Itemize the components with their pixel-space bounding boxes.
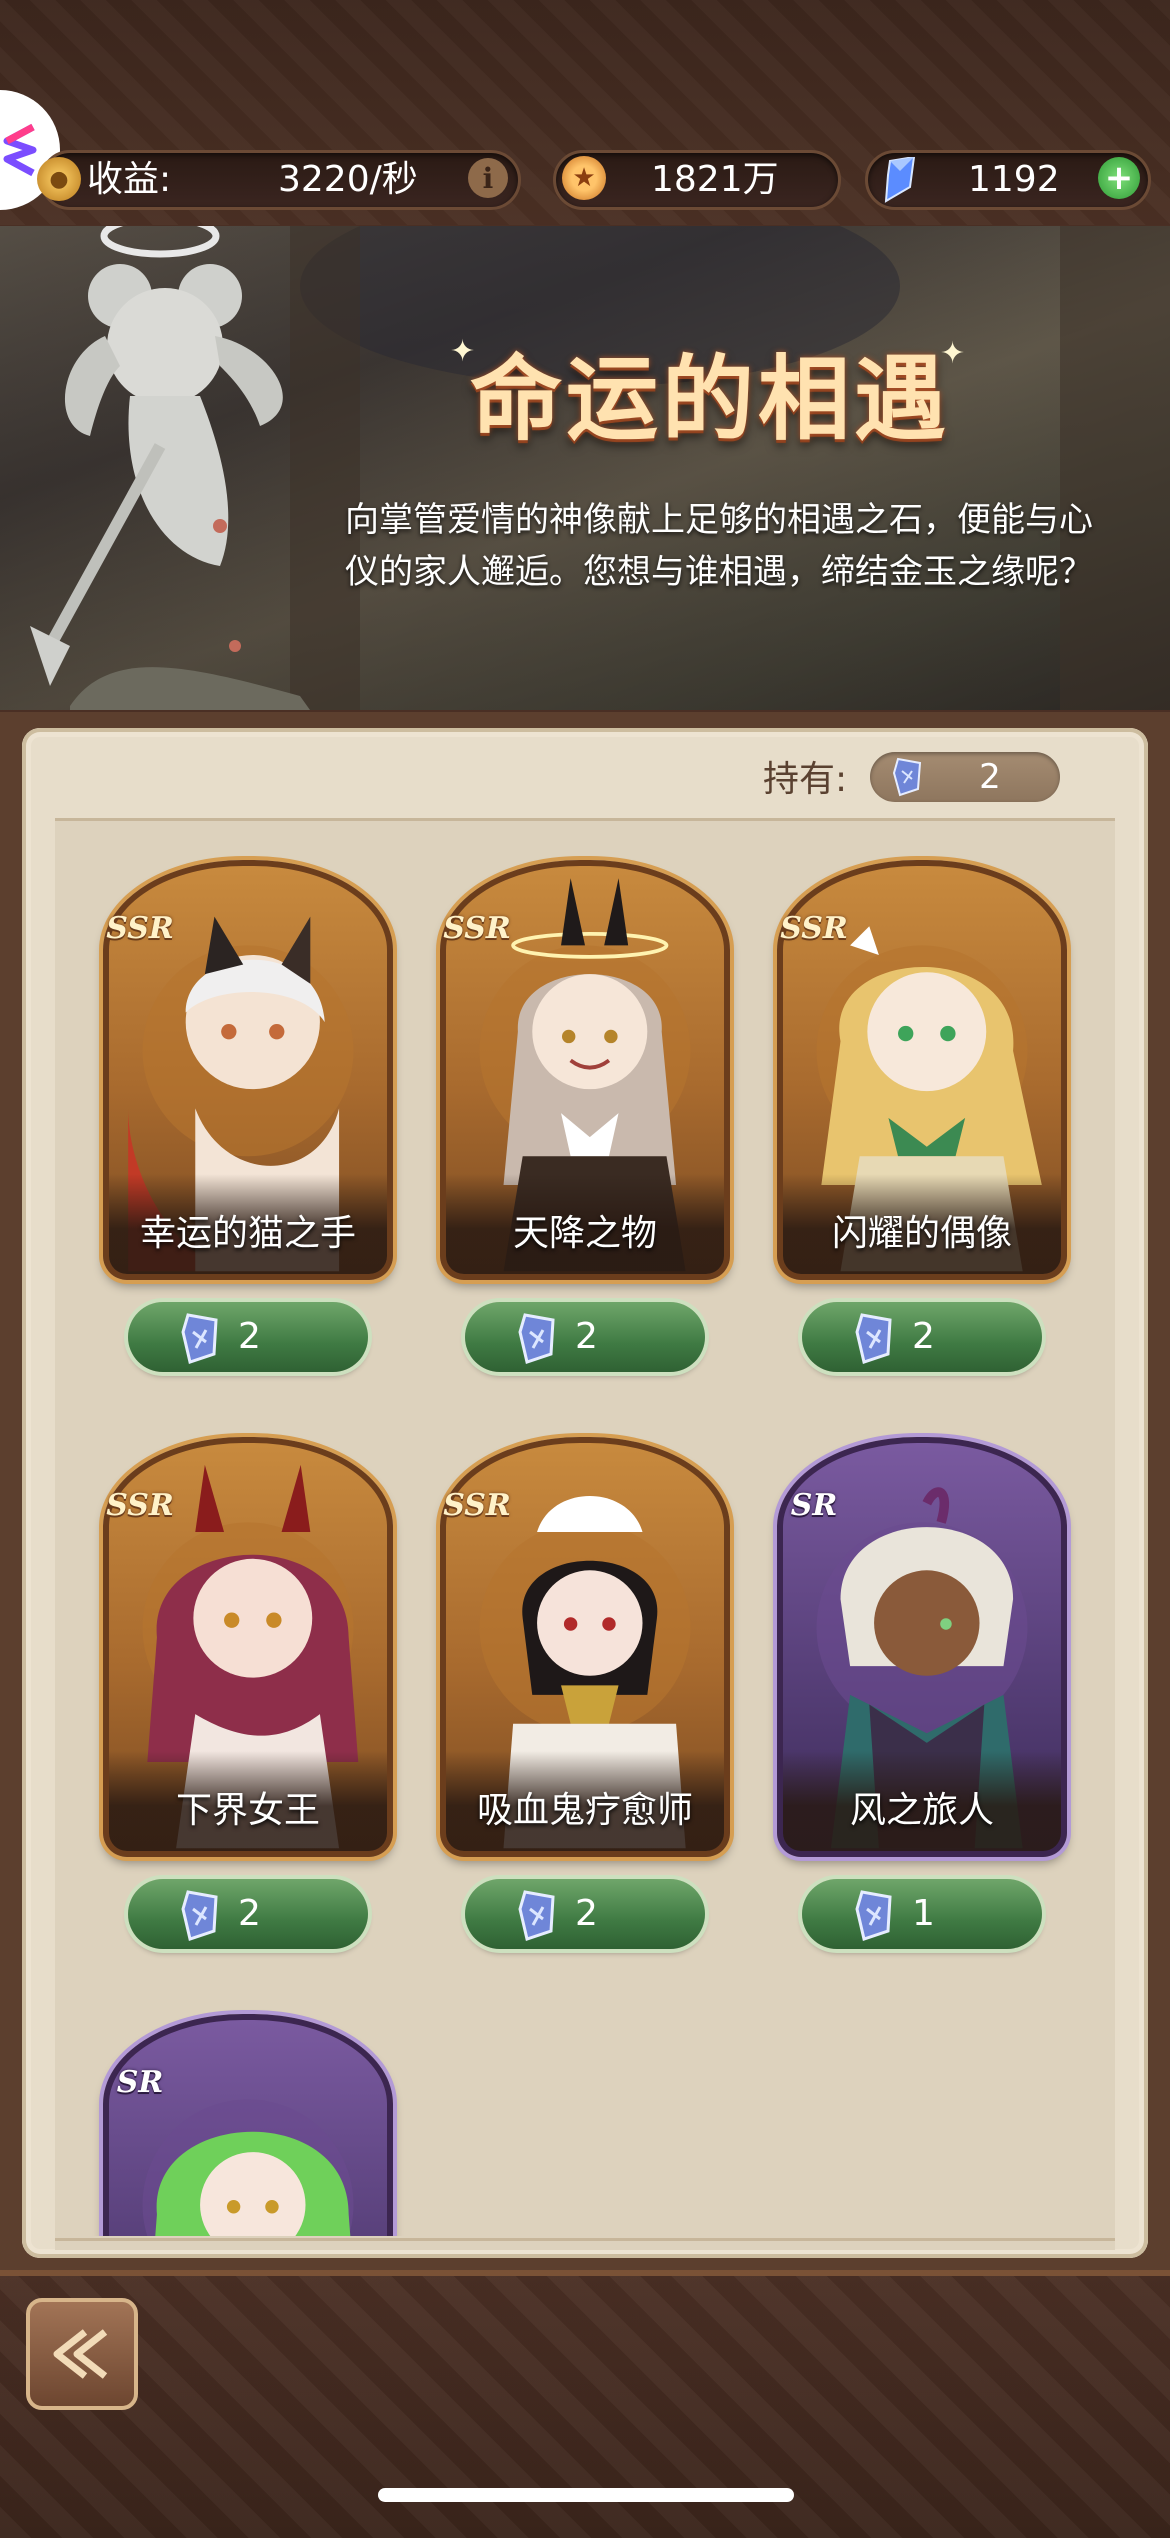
summon-cost-button[interactable]: 2 [128, 1302, 368, 1372]
income-value: 3220/秒 [278, 159, 418, 200]
info-icon[interactable]: i [468, 158, 508, 198]
banner-title-wrap: 命运的相遇 [440, 336, 980, 453]
back-arrow-icon [53, 2329, 108, 2379]
encounter-stone-icon [181, 1313, 218, 1364]
plus-icon[interactable]: + [1098, 157, 1140, 199]
rarity-badge: SSR [106, 1487, 174, 1523]
rarity-badge: SR [790, 1487, 838, 1523]
card-clip: SR [90, 2000, 410, 2236]
summon-cost-button[interactable]: 2 [465, 1302, 705, 1372]
card-name: 天降之物 [512, 1213, 657, 1254]
rarity-badge: SSR [780, 910, 848, 946]
cost-value: 2 [575, 1893, 598, 1934]
cost-value: 2 [238, 1316, 261, 1357]
rarity-badge: SSR [106, 910, 174, 946]
card-name: 下界女王 [175, 1790, 320, 1831]
summon-cost-button[interactable]: 2 [465, 1879, 705, 1949]
summon-cost-button[interactable]: 2 [802, 1302, 1042, 1372]
rarity-badge: SSR [443, 1487, 511, 1523]
character-card[interactable] [103, 2014, 393, 2236]
card-name: 闪耀的偶像 [831, 1213, 1012, 1254]
cost-value: 2 [238, 1893, 261, 1934]
banner-title: 命运的相遇 [469, 344, 950, 453]
encounter-stone-icon [855, 1313, 892, 1364]
banner-pillar [1060, 226, 1170, 710]
card-name: 幸运的猫之手 [139, 1213, 356, 1254]
summon-cost-button[interactable]: 2 [128, 1879, 368, 1949]
cupid-statue-image [30, 226, 310, 710]
cost-value: 1 [912, 1893, 935, 1934]
character-portrait [142, 2099, 354, 2236]
sparkle-icon: ✦ [940, 336, 966, 371]
bottom-divider [55, 2238, 1115, 2241]
card-name: 风之旅人 [849, 1790, 994, 1831]
back-button[interactable] [26, 2298, 138, 2410]
encounter-stone-icon [518, 1890, 555, 1941]
gem-bar: 1192 + [865, 150, 1151, 210]
home-indicator[interactable] [378, 2488, 794, 2502]
rarity-badge: SR [116, 2064, 164, 2100]
cost-value: 2 [575, 1316, 598, 1357]
held-label: 持有: [763, 759, 848, 800]
app-logo-icon [3, 123, 37, 177]
card-name: 吸血鬼疗愈师 [476, 1790, 693, 1831]
blue-crystal-icon [884, 157, 916, 203]
income-label: 收益: [87, 159, 172, 200]
held-count-pill: 2 [870, 752, 1060, 802]
income-bar: ● 收益: 3220/秒 i [37, 150, 521, 210]
encounter-stone-icon [855, 1890, 892, 1941]
top-divider [55, 818, 1115, 821]
summon-cost-button[interactable]: 1 [802, 1879, 1042, 1949]
coin-stack-icon: ● [37, 157, 81, 201]
gold-bar: ★ 1821万 [553, 150, 841, 210]
rarity-badge: SSR [443, 910, 511, 946]
held-count: 2 [979, 757, 1001, 797]
fate-banner: 命运的相遇 ✦ ✦ 向掌管爱情的神像献上足够的相遇之石，便能与心仪的家人邂逅。您… [0, 226, 1170, 710]
gem-value: 1192 [968, 159, 1060, 200]
sparkle-icon: ✦ [450, 334, 476, 369]
gold-coin-icon: ★ [562, 156, 606, 200]
gold-value: 1821万 [651, 159, 779, 200]
cost-value: 2 [912, 1316, 935, 1357]
encounter-stone-icon [181, 1890, 218, 1941]
banner-description: 向掌管爱情的神像献上足够的相遇之石，便能与心仪的家人邂逅。您想与谁相遇，缔结金玉… [345, 500, 1093, 592]
encounter-stone-icon [518, 1313, 555, 1364]
